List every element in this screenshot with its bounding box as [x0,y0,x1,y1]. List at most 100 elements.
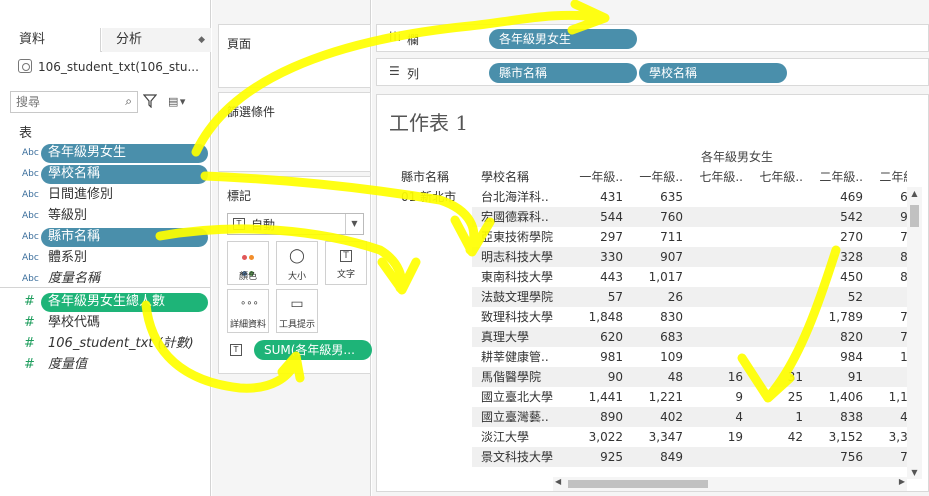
value-cell[interactable]: 469 [807,187,863,207]
table-row[interactable]: 淡江大學 3,0223,34719423,1523,308 [472,427,907,447]
size-button[interactable]: ◯ 大小 [276,241,318,285]
vertical-scrollbar[interactable]: ▲ ▼ [907,187,922,479]
value-cell[interactable]: 109 [627,347,683,367]
search-box[interactable]: ⌕ [10,91,138,113]
value-cell[interactable]: 808 [867,247,907,267]
value-cell[interactable]: 328 [807,247,863,267]
scroll-down-icon[interactable]: ▼ [907,468,922,477]
row-header-school[interactable]: 學校名稱 [481,167,559,187]
scroll-up-icon[interactable]: ▲ [907,189,922,198]
column-header[interactable]: 一年級.. [567,167,623,187]
school-cell[interactable]: 國立臺北大學 [481,387,559,407]
value-cell[interactable]: 542 [807,207,863,227]
value-cell[interactable]: 1,441 [567,387,623,407]
table-row[interactable]: 宏國德霖科.. 544760 542941 [472,207,907,227]
field-item[interactable]: Abc 等級別 [0,206,211,226]
row-header-county[interactable]: 縣市名稱 [401,167,471,187]
field-item[interactable]: Abc 各年級男女生 [0,143,211,163]
value-cell[interactable]: 4 [687,407,743,427]
horizontal-scroll-thumb[interactable] [568,480,708,488]
value-cell[interactable]: 270 [807,227,863,247]
value-cell[interactable]: 57 [567,287,623,307]
value-cell[interactable]: 885 [867,267,907,287]
rows-shelf[interactable]: ☰ 列 縣市名稱 學校名稱 [376,58,929,86]
sum-measure-pill[interactable]: SUM(各年級男... [254,340,372,360]
value-cell[interactable]: 9 [687,387,743,407]
rows-pill-school[interactable]: 學校名稱 [639,63,787,83]
school-cell[interactable]: 馬偕醫學院 [481,367,559,387]
value-cell[interactable]: 48 [867,367,907,387]
field-item[interactable]: Abc 度量名稱 [0,269,211,289]
school-cell[interactable]: 法鼓文理學院 [481,287,559,307]
table-row[interactable]: 國立臺北大學 1,4411,2219251,4061,150 [472,387,907,407]
table-row[interactable]: 馬偕醫學院904816319148 [472,367,907,387]
value-cell[interactable]: 830 [627,307,683,327]
pages-card[interactable]: 頁面 [218,24,371,88]
value-cell[interactable]: 820 [807,327,863,347]
value-cell[interactable]: 620 [567,327,623,347]
value-cell[interactable]: 52 [807,287,863,307]
field-item[interactable]: Abc 縣市名稱 [0,227,211,247]
value-cell[interactable]: 907 [627,247,683,267]
value-cell[interactable]: 783 [867,307,907,327]
datasource-item[interactable]: 106_student_txt(106_stu... [18,57,199,77]
field-item[interactable]: Abc 體系別 [0,248,211,268]
value-cell[interactable]: 1,848 [567,307,623,327]
value-cell[interactable]: 3,022 [567,427,623,447]
value-cell[interactable]: 3,308 [867,427,907,447]
school-cell[interactable]: 真理大學 [481,327,559,347]
value-cell[interactable]: 330 [567,247,623,267]
tooltip-button[interactable]: ▭ 工具提示 [276,289,318,333]
horizontal-scrollbar[interactable]: ◀ ▶ [553,477,907,491]
column-header[interactable]: 一年級.. [627,167,683,187]
school-cell[interactable]: 東南科技大學 [481,267,559,287]
scroll-right-icon[interactable]: ▶ [899,477,905,486]
field-item[interactable]: #106_student_txt (計數) [0,334,211,354]
value-cell[interactable]: 443 [567,267,623,287]
column-header[interactable]: 七年級.. [747,167,803,187]
value-cell[interactable]: 544 [567,207,623,227]
vertical-scroll-thumb[interactable] [910,205,919,227]
value-cell[interactable]: 925 [567,447,623,467]
value-cell[interactable]: 760 [867,327,907,347]
filters-card[interactable]: 篩選條件 [218,92,371,172]
value-cell[interactable]: 714 [867,447,907,467]
value-cell[interactable]: 1,221 [627,387,683,407]
sort-arrows-icon[interactable]: ◆ [198,28,205,52]
field-item[interactable]: # 各年級男女生總人數 [0,292,211,312]
value-cell[interactable]: 890 [567,407,623,427]
column-header[interactable]: 二年級.. [807,167,863,187]
filter-icon[interactable] [143,94,157,108]
value-cell[interactable]: 297 [567,227,623,247]
value-cell[interactable]: 22 [867,287,907,307]
value-cell[interactable]: 415 [867,407,907,427]
tab-analytics[interactable]: 分析 ◆ [102,28,211,52]
table-row[interactable]: 台北海洋科.. 431635 469663 [472,187,907,207]
value-cell[interactable]: 91 [807,367,863,387]
value-cell[interactable]: 3,347 [627,427,683,447]
rows-pill-county[interactable]: 縣市名稱 [489,63,637,83]
value-cell[interactable]: 683 [627,327,683,347]
value-cell[interactable]: 102 [867,347,907,367]
school-cell[interactable]: 景文科技大學 [481,447,559,467]
search-input[interactable] [11,92,111,112]
value-cell[interactable]: 984 [807,347,863,367]
school-cell[interactable]: 耕莘健康管.. [481,347,559,367]
field-item[interactable]: # 學校代碼 [0,313,211,333]
value-cell[interactable]: 739 [867,227,907,247]
county-cell[interactable]: 01 新北市 [401,187,456,207]
field-item[interactable]: # 度量值 [0,355,211,375]
school-cell[interactable]: 亞東技術學院 [481,227,559,247]
value-cell[interactable]: 1 [747,407,803,427]
text-button[interactable]: T 文字 [325,241,367,285]
school-cell[interactable]: 淡江大學 [481,427,559,447]
table-row[interactable]: 明志科技大學 330907 328808 [472,247,907,267]
value-cell[interactable]: 756 [807,447,863,467]
school-cell[interactable]: 國立臺灣藝.. [481,407,559,427]
value-cell[interactable]: 1,150 [867,387,907,407]
value-cell[interactable]: 450 [807,267,863,287]
school-cell[interactable]: 明志科技大學 [481,247,559,267]
value-cell[interactable]: 402 [627,407,683,427]
value-cell[interactable]: 838 [807,407,863,427]
school-cell[interactable]: 台北海洋科.. [481,187,559,207]
